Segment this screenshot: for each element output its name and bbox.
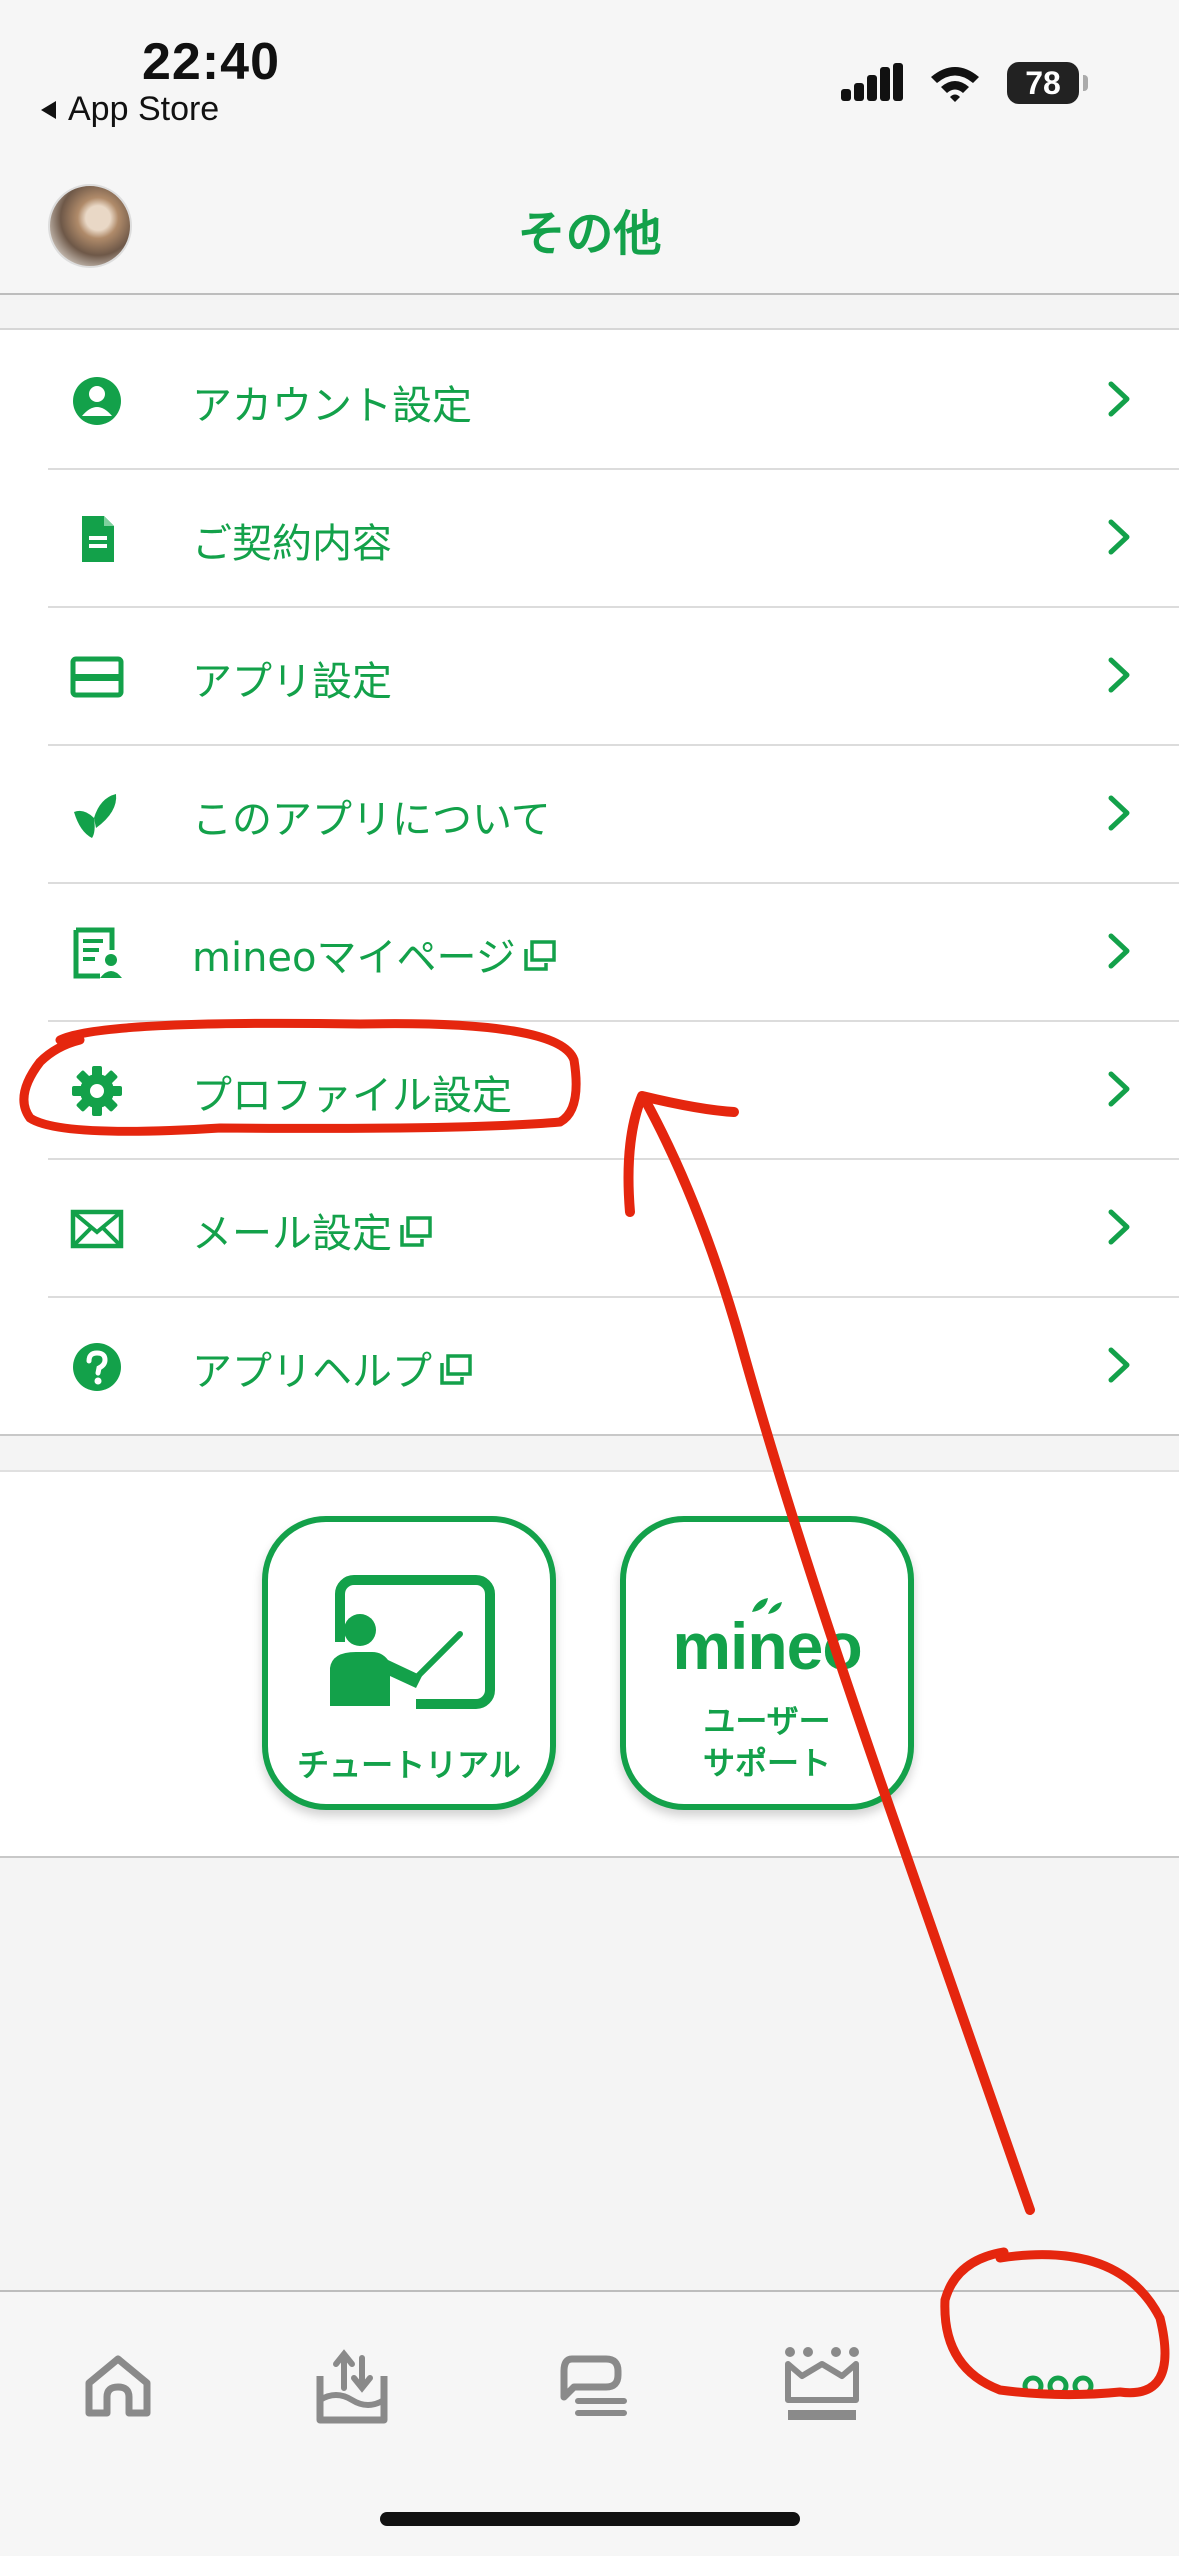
tab-chat[interactable] xyxy=(540,2336,640,2436)
status-time: 22:40 xyxy=(142,33,280,91)
tutorial-label: チュートリアル xyxy=(297,1746,521,1784)
crown-icon xyxy=(785,2347,859,2420)
menu-item-app-help[interactable]: アプリヘルプ xyxy=(0,1296,1179,1434)
user-support-label-line2: サポート xyxy=(702,1744,831,1782)
home-icon xyxy=(85,2355,151,2417)
back-triangle-icon xyxy=(41,100,56,119)
tutorial-button[interactable]: チュートリアル xyxy=(262,1516,556,1810)
menu-item-about-app[interactable]: このアプリについて xyxy=(0,744,1179,882)
mineo-logo: mineo xyxy=(672,1609,862,1683)
back-to-app-store-link[interactable]: App Store xyxy=(38,90,219,129)
chevron-right-icon xyxy=(1108,1209,1130,1245)
more-icon xyxy=(1022,2375,1094,2397)
chevron-right-icon xyxy=(1108,519,1130,555)
menu-item-contract-details[interactable]: ご契約内容 xyxy=(0,468,1179,606)
settings-menu: アカウント設定 ご契約内容 アプリ設定 このアプリについて mineoマイページ… xyxy=(0,328,1179,1436)
status-indicators: 78 xyxy=(841,62,1088,104)
external-link-icon xyxy=(400,1216,432,1247)
menu-item-mineo-mypage[interactable]: mineoマイページ xyxy=(0,882,1179,1020)
mypage-icon xyxy=(73,927,122,979)
mail-icon xyxy=(70,1209,124,1249)
menu-item-label: アプリヘルプ xyxy=(192,1339,474,1397)
tab-crown[interactable] xyxy=(772,2336,872,2436)
tab-data-share[interactable] xyxy=(302,2336,402,2436)
menu-item-label: アカウント設定 xyxy=(192,383,472,429)
menu-item-label: プロファイル設定 xyxy=(192,1073,512,1119)
tab-more[interactable] xyxy=(1008,2336,1108,2436)
menu-item-label: mineoマイページ xyxy=(192,925,558,983)
battery-indicator: 78 xyxy=(1007,62,1088,104)
chevron-right-icon xyxy=(1108,381,1130,417)
home-indicator xyxy=(380,2512,800,2526)
chevron-right-icon xyxy=(1108,795,1130,831)
menu-item-account-settings[interactable]: アカウント設定 xyxy=(0,330,1179,468)
status-bar: 22:40 App Store 78 xyxy=(0,0,1179,150)
document-icon xyxy=(82,516,114,562)
card-icon xyxy=(70,656,124,698)
menu-item-mail-settings[interactable]: メール設定 xyxy=(0,1158,1179,1296)
menu-item-label: メール設定 xyxy=(192,1201,434,1259)
chevron-right-icon xyxy=(1108,933,1130,969)
user-support-label: ユーザー サポート xyxy=(626,1700,908,1784)
mineo-leaf-icon xyxy=(74,794,117,838)
cellular-signal-icon xyxy=(841,63,903,101)
menu-item-label: ご契約内容 xyxy=(192,521,392,567)
chevron-right-icon xyxy=(1108,657,1130,693)
back-label: App Store xyxy=(68,90,220,128)
tutorial-presenter-icon xyxy=(326,1575,495,1716)
external-link-icon xyxy=(440,1354,472,1385)
tab-home[interactable] xyxy=(68,2336,168,2436)
chat-icon xyxy=(560,2355,627,2416)
menu-item-app-settings[interactable]: アプリ設定 xyxy=(0,606,1179,744)
menu-item-label: このアプリについて xyxy=(192,797,551,843)
menu-item-text: アプリヘルプ xyxy=(192,1349,432,1395)
chevron-right-icon xyxy=(1108,1071,1130,1107)
page-title: その他 xyxy=(517,206,662,262)
battery-level: 78 xyxy=(1025,64,1061,101)
menu-item-text: mineoマイページ xyxy=(192,935,516,981)
menu-item-label: アプリ設定 xyxy=(192,659,392,705)
wifi-icon xyxy=(931,67,979,102)
person-icon xyxy=(73,377,121,425)
user-support-button[interactable]: mineo ユーザー サポート xyxy=(620,1516,914,1810)
help-icon xyxy=(73,1343,121,1391)
user-support-label-line1: ユーザー xyxy=(703,1702,831,1740)
external-link-icon xyxy=(523,940,556,971)
navigation-header: その他 xyxy=(0,150,1179,295)
menu-item-profile-settings[interactable]: プロファイル設定 xyxy=(0,1020,1179,1158)
gear-icon xyxy=(72,1066,122,1116)
menu-item-text: メール設定 xyxy=(192,1211,392,1257)
shortcut-tiles: チュートリアル mineo ユーザー サポート xyxy=(0,1470,1179,1858)
chevron-right-icon xyxy=(1108,1347,1130,1383)
data-share-icon xyxy=(316,2349,388,2424)
